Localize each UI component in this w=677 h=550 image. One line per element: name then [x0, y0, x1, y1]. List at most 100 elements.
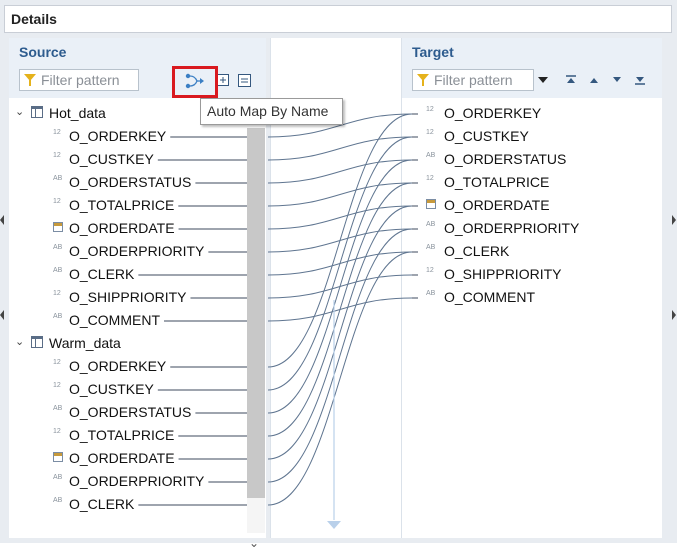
source-field-row[interactable]: 12 O_SHIPPRIORITY [9, 287, 245, 307]
number-type-icon: 12 [53, 152, 61, 159]
target-field-label: O_TOTALPRICE [444, 174, 550, 190]
left-edge-arrow-icon[interactable] [0, 310, 4, 320]
number-type-icon: 12 [426, 267, 434, 274]
source-field-row[interactable]: AB O_COMMENT [9, 310, 245, 330]
filter-icon [417, 74, 429, 86]
target-field-label: O_CLERK [444, 243, 510, 259]
target-field-row[interactable]: 12 O_CUSTKEY [402, 126, 652, 146]
collapse-all-icon[interactable] [237, 74, 251, 88]
target-field-label: O_CUSTKEY [444, 128, 529, 144]
move-down-icon[interactable] [610, 74, 624, 88]
number-type-icon: 12 [53, 290, 61, 297]
target-field-row[interactable]: AB O_COMMENT [402, 287, 652, 307]
table-icon [31, 336, 43, 348]
target-field-label: O_SHIPPRIORITY [444, 266, 562, 282]
target-panel: Target Filter pattern 12 O_ORDERKEY 12 O_CU… [402, 38, 662, 538]
target-field-label: O_ORDERSTATUS [444, 151, 567, 167]
source-field-row[interactable]: AB O_ORDERPRIORITY [9, 471, 245, 491]
number-type-icon: 12 [53, 428, 61, 435]
table-icon [31, 106, 43, 118]
target-title: Target [412, 44, 454, 60]
string-type-icon: AB [426, 244, 436, 251]
source-field-label: O_ORDERDATE [69, 450, 175, 466]
source-field-label: O_COMMENT [69, 312, 160, 328]
filter-icon [24, 74, 36, 86]
source-field-row[interactable]: 12 O_CUSTKEY [9, 149, 245, 169]
target-field-label: O_COMMENT [444, 289, 535, 305]
collapse-chevron-icon[interactable]: ⌄ [15, 335, 24, 348]
left-edge-arrow-icon[interactable] [0, 215, 4, 225]
number-type-icon: 12 [426, 175, 434, 182]
target-field-label: O_ORDERKEY [444, 105, 542, 121]
string-type-icon: AB [53, 474, 63, 481]
string-type-icon: AB [53, 244, 63, 251]
move-up-icon[interactable] [587, 74, 601, 88]
string-type-icon: AB [426, 290, 436, 297]
target-filter-input[interactable]: Filter pattern [412, 69, 534, 91]
string-type-icon: AB [53, 175, 63, 182]
move-bottom-icon[interactable] [633, 74, 647, 88]
date-type-icon [53, 452, 63, 462]
right-edge-arrow-icon[interactable] [672, 310, 676, 320]
source-field-row[interactable]: O_ORDERDATE [9, 218, 245, 238]
source-field-label: O_SHIPPRIORITY [69, 289, 187, 305]
source-field-label: O_ORDERPRIORITY [69, 243, 205, 259]
move-top-icon[interactable] [564, 74, 578, 88]
source-header: Source Filter pattern [9, 38, 266, 98]
source-table-label: Warm_data [49, 335, 121, 351]
source-field-row[interactable]: 12 O_TOTALPRICE [9, 195, 245, 215]
source-field-label: O_CLERK [69, 266, 135, 282]
scroll-down-icon[interactable]: ⌄ [249, 536, 259, 550]
target-filter-placeholder: Filter pattern [434, 72, 513, 88]
source-filter-input[interactable]: Filter pattern [19, 69, 139, 91]
source-title: Source [19, 44, 67, 60]
auto-map-tooltip: Auto Map By Name [200, 98, 343, 125]
target-field-label: O_ORDERPRIORITY [444, 220, 580, 236]
source-field-row[interactable]: AB O_ORDERPRIORITY [9, 241, 245, 261]
source-field-row[interactable]: O_ORDERDATE [9, 448, 245, 468]
source-field-label: O_CLERK [69, 496, 135, 512]
source-table-node[interactable]: ⌄ Warm_data [9, 333, 239, 353]
source-field-row[interactable]: 12 O_CUSTKEY [9, 379, 245, 399]
date-type-icon [426, 199, 436, 209]
details-view: Details Source Filter pattern ⌄ Hot_data 1… [0, 0, 677, 550]
target-field-row[interactable]: AB O_CLERK [402, 241, 652, 261]
source-field-label: O_ORDERSTATUS [69, 174, 192, 190]
source-field-row[interactable]: 12 O_ORDERKEY [9, 126, 245, 146]
source-field-row[interactable]: AB O_CLERK [9, 264, 245, 284]
number-type-icon: 12 [53, 382, 61, 389]
dropdown-icon[interactable] [536, 74, 550, 88]
source-scrollbar-thumb[interactable] [247, 128, 265, 498]
source-field-row[interactable]: AB O_ORDERSTATUS [9, 402, 245, 422]
string-type-icon: AB [53, 313, 63, 320]
target-field-row[interactable]: 12 O_ORDERKEY [402, 103, 652, 123]
details-titlebar: Details [4, 5, 672, 33]
source-field-row[interactable]: AB O_CLERK [9, 494, 245, 514]
collapse-chevron-icon[interactable]: ⌄ [15, 105, 24, 118]
source-field-label: O_TOTALPRICE [69, 427, 175, 443]
source-field-row[interactable]: 12 O_TOTALPRICE [9, 425, 245, 445]
source-field-label: O_CUSTKEY [69, 381, 154, 397]
source-field-label: O_ORDERSTATUS [69, 404, 192, 420]
number-type-icon: 12 [426, 129, 434, 136]
string-type-icon: AB [426, 152, 436, 159]
source-filter-placeholder: Filter pattern [41, 72, 120, 88]
expand-all-icon[interactable] [216, 74, 230, 88]
tooltip-text: Auto Map By Name [207, 103, 329, 119]
number-type-icon: 12 [53, 129, 61, 136]
target-field-row[interactable]: O_ORDERDATE [402, 195, 652, 215]
source-field-label: O_ORDERDATE [69, 220, 175, 236]
target-field-row[interactable]: 12 O_TOTALPRICE [402, 172, 652, 192]
number-type-icon: 12 [53, 359, 61, 366]
source-field-label: O_ORDERPRIORITY [69, 473, 205, 489]
auto-map-icon[interactable] [185, 73, 205, 89]
string-type-icon: AB [53, 267, 63, 274]
source-field-label: O_CUSTKEY [69, 151, 154, 167]
source-field-row[interactable]: 12 O_ORDERKEY [9, 356, 245, 376]
target-field-row[interactable]: AB O_ORDERSTATUS [402, 149, 652, 169]
source-field-row[interactable]: AB O_ORDERSTATUS [9, 172, 245, 192]
target-header: Target Filter pattern [402, 38, 662, 98]
right-edge-arrow-icon[interactable] [672, 215, 676, 225]
target-field-row[interactable]: 12 O_SHIPPRIORITY [402, 264, 652, 284]
target-field-row[interactable]: AB O_ORDERPRIORITY [402, 218, 652, 238]
